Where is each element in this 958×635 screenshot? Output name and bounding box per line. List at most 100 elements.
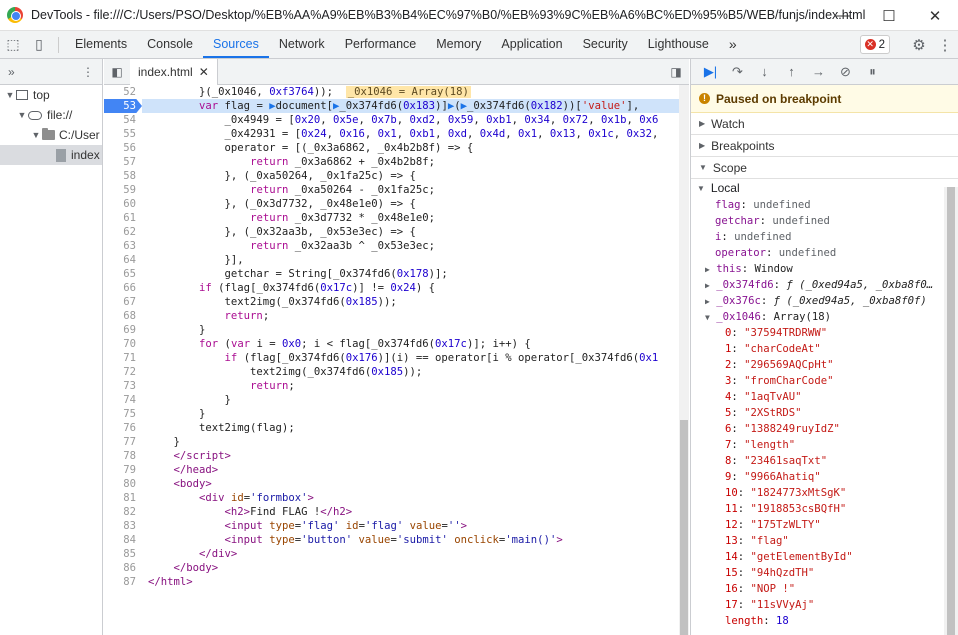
tab-sources[interactable]: Sources: [202, 31, 269, 58]
code-line[interactable]: 68 return;: [104, 309, 679, 323]
code-line[interactable]: 74 }: [104, 393, 679, 407]
line-number[interactable]: 56: [104, 141, 142, 155]
code-line[interactable]: 83 <input type='flag' id='flag' value=''…: [104, 519, 679, 533]
code-line[interactable]: 64 }],: [104, 253, 679, 267]
line-number[interactable]: 60: [104, 197, 142, 211]
tree-item-top[interactable]: ▼ top: [0, 85, 102, 105]
code-line[interactable]: 70 for (var i = 0x0; i < flag[_0x374fd6(…: [104, 337, 679, 351]
scope-this[interactable]: ▶ this: Window: [691, 261, 958, 277]
code-view[interactable]: 52 }(_0x1046, 0xf3764)); _0x1046 = Array…: [104, 85, 679, 635]
deactivate-breakpoints-icon[interactable]: ⊘: [832, 64, 859, 80]
line-number[interactable]: 69: [104, 323, 142, 337]
step-out-icon[interactable]: ↑: [778, 64, 805, 79]
more-tabs-button[interactable]: »: [719, 31, 747, 58]
line-number[interactable]: 62: [104, 225, 142, 239]
scrollbar-thumb[interactable]: [947, 187, 955, 635]
code-line[interactable]: 79 </head>: [104, 463, 679, 477]
code-line[interactable]: 52 }(_0x1046, 0xf3764)); _0x1046 = Array…: [104, 85, 679, 99]
code-line[interactable]: 58 }, (_0xa50264, _0x1fa25c) => {: [104, 169, 679, 183]
code-line[interactable]: 87 </html>: [104, 575, 679, 589]
line-number[interactable]: 84: [104, 533, 142, 547]
line-number[interactable]: 75: [104, 407, 142, 421]
tab-network[interactable]: Network: [269, 31, 335, 58]
code-line[interactable]: 86 </body>: [104, 561, 679, 575]
tab-lighthouse[interactable]: Lighthouse: [638, 31, 719, 58]
code-line[interactable]: 57 return _0x3a6862 + _0x4b2b8f;: [104, 155, 679, 169]
step-icon[interactable]: →: [805, 64, 832, 79]
code-line[interactable]: 71 if (flag[_0x374fd6(0x176)](i) == oper…: [104, 351, 679, 365]
step-into-icon[interactable]: ↓: [751, 64, 778, 79]
tab-memory[interactable]: Memory: [426, 31, 491, 58]
line-number[interactable]: 74: [104, 393, 142, 407]
scope-section[interactable]: ▼ Scope: [691, 157, 958, 179]
code-line[interactable]: 77 }: [104, 435, 679, 449]
code-line[interactable]: 55 _0x42931 = [0x24, 0x16, 0x1, 0xb1, 0x…: [104, 127, 679, 141]
scope-function[interactable]: ▶ _0x374fd6: ƒ (_0xed94a5, _0xba8f0…: [691, 277, 958, 293]
settings-gear-icon[interactable]: ⚙: [906, 36, 932, 54]
line-number[interactable]: 79: [104, 463, 142, 477]
toggle-debugger-icon[interactable]: ◨: [663, 65, 689, 79]
code-line[interactable]: 85 </div>: [104, 547, 679, 561]
tab-security[interactable]: Security: [573, 31, 638, 58]
line-number[interactable]: 86: [104, 561, 142, 575]
line-number[interactable]: 77: [104, 435, 142, 449]
line-number[interactable]: 59: [104, 183, 142, 197]
navigator-menu-icon[interactable]: ⋮: [82, 65, 94, 79]
line-number[interactable]: 54: [104, 113, 142, 127]
code-line[interactable]: 54 _0x4949 = [0x20, 0x5e, 0x7b, 0xd2, 0x…: [104, 113, 679, 127]
code-line[interactable]: 72 text2img(_0x374fd6(0x185));: [104, 365, 679, 379]
line-number[interactable]: 66: [104, 281, 142, 295]
inspect-element-icon[interactable]: ⬚: [0, 31, 26, 58]
line-number[interactable]: 78: [104, 449, 142, 463]
minimize-button[interactable]: —: [820, 0, 866, 31]
line-number[interactable]: 83: [104, 519, 142, 533]
code-line[interactable]: 78 </script>: [104, 449, 679, 463]
line-number[interactable]: 82: [104, 505, 142, 519]
line-number[interactable]: 53: [104, 99, 142, 113]
code-line[interactable]: 75 }: [104, 407, 679, 421]
line-number[interactable]: 87: [104, 575, 142, 589]
customize-menu-icon[interactable]: ⋮: [932, 36, 958, 54]
line-number[interactable]: 73: [104, 379, 142, 393]
toggle-navigator-icon[interactable]: ◧: [104, 65, 130, 79]
code-line[interactable]: 69 }: [104, 323, 679, 337]
line-number[interactable]: 80: [104, 477, 142, 491]
code-line[interactable]: 67 text2img(_0x374fd6(0x185));: [104, 295, 679, 309]
tab-performance[interactable]: Performance: [335, 31, 427, 58]
code-line[interactable]: 63 return _0x32aa3b ^ _0x53e3ec;: [104, 239, 679, 253]
navigator-more-button[interactable]: »: [8, 65, 15, 79]
tab-console[interactable]: Console: [137, 31, 203, 58]
maximize-button[interactable]: ☐: [866, 0, 912, 31]
file-tab-index[interactable]: index.html ✕: [130, 58, 218, 85]
line-number[interactable]: 68: [104, 309, 142, 323]
line-number[interactable]: 70: [104, 337, 142, 351]
line-number[interactable]: 81: [104, 491, 142, 505]
editor-scrollbar[interactable]: [679, 85, 689, 635]
device-toolbar-icon[interactable]: ▯: [26, 31, 52, 58]
close-tab-icon[interactable]: ✕: [199, 65, 209, 79]
code-line[interactable]: 84 <input type='button' value='submit' o…: [104, 533, 679, 547]
line-number[interactable]: 67: [104, 295, 142, 309]
debugger-scrollbar[interactable]: [944, 187, 958, 635]
resume-icon[interactable]: ▶|: [697, 64, 724, 80]
code-line[interactable]: 66 if (flag[_0x374fd6(0x17c)] != 0x24) {: [104, 281, 679, 295]
tree-item-index[interactable]: index: [0, 145, 102, 165]
line-number[interactable]: 61: [104, 211, 142, 225]
step-over-icon[interactable]: ↷: [724, 64, 751, 80]
line-number[interactable]: 64: [104, 253, 142, 267]
breakpoints-section[interactable]: ▶ Breakpoints: [691, 135, 958, 157]
scrollbar-thumb[interactable]: [680, 420, 688, 635]
watch-section[interactable]: ▶ Watch: [691, 113, 958, 135]
code-line[interactable]: 53 var flag = ▶document[▶_0x374fd6(0x183…: [104, 99, 679, 113]
pause-on-exceptions-icon[interactable]: ⏸: [859, 64, 886, 80]
tree-item-folder[interactable]: ▼ C:/User: [0, 125, 102, 145]
line-number[interactable]: 63: [104, 239, 142, 253]
line-number[interactable]: 71: [104, 351, 142, 365]
code-line[interactable]: 59 return _0xa50264 - _0x1fa25c;: [104, 183, 679, 197]
code-line[interactable]: 65 getchar = String[_0x374fd6(0x178)];: [104, 267, 679, 281]
line-number[interactable]: 65: [104, 267, 142, 281]
scope-array[interactable]: ▼ _0x1046: Array(18): [691, 309, 958, 325]
error-counter-badge[interactable]: ✕ 2: [859, 35, 890, 54]
line-number[interactable]: 58: [104, 169, 142, 183]
code-line[interactable]: 62 }, (_0x32aa3b, _0x53e3ec) => {: [104, 225, 679, 239]
